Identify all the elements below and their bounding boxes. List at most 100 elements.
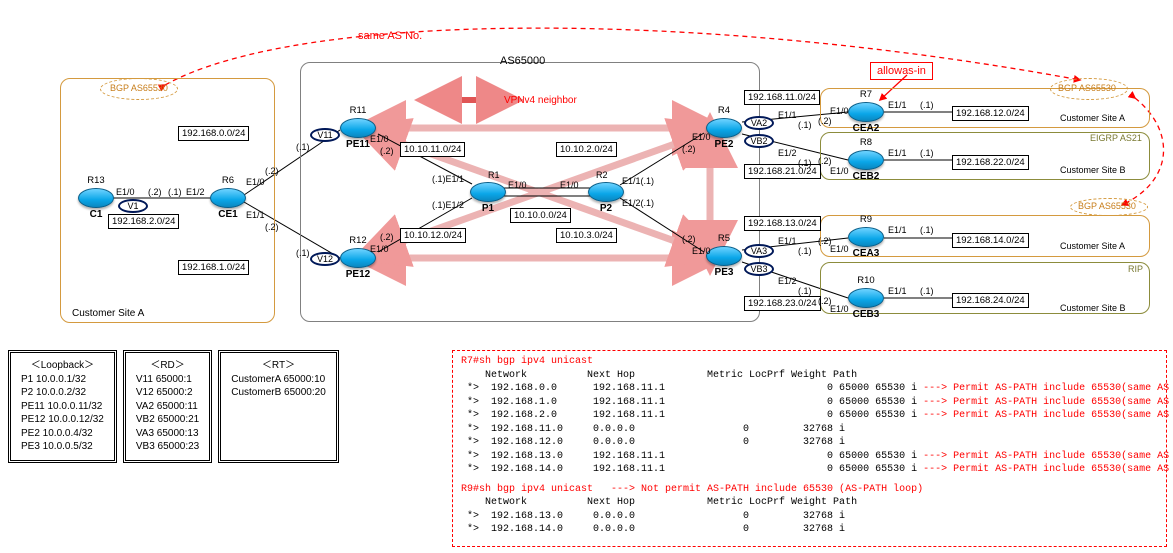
if-c1-e10: E1/0 (116, 187, 135, 197)
bgp-header-1: Network Next Hop Metric LocPrf Weight Pa… (461, 369, 1158, 383)
router-pe2: R4PE2 (706, 118, 742, 138)
if-ceb3-e11: E1/1 (888, 286, 907, 296)
if-r1: R1 (488, 170, 500, 180)
if-cea2-p1r: (.1) (920, 100, 934, 110)
subnet-192-168-24: 192.168.24.0/24 (952, 293, 1029, 308)
if-pe3-e10: E1/0 (692, 246, 711, 256)
bgp-output-panel: R7#sh bgp ipv4 unicast Network Next Hop … (452, 350, 1167, 547)
if-p1-e10b: E1/0 (560, 180, 579, 190)
if-ceb3-e10: E1/0 (830, 304, 849, 314)
if-p1-e12: (.1)E1/2 (432, 200, 464, 210)
router-ceb2: R8CEB2 (848, 150, 884, 170)
if-ceb2-p1r: (.1) (920, 148, 934, 158)
vrf-vb2: VB2 (744, 134, 774, 148)
r7-cmd: R7#sh bgp ipv4 unicast (461, 355, 1158, 369)
subnet-192-168-0: 192.168.0.0/24 (178, 126, 249, 141)
as65000-title: AS65000 (500, 55, 545, 67)
router-ce1: R6CE1 (210, 188, 246, 208)
info-tables: ＜Loopback＞ P1 10.0.0.1/32 P2 10.0.0.2/32… (8, 350, 339, 463)
vrf-vb3: VB3 (744, 262, 774, 276)
if-cea3-p1r: (.1) (920, 225, 934, 235)
if-pe2-e11: E1/1 (778, 110, 797, 120)
if-ceb2-p2: (.2) (818, 156, 832, 166)
if-pe3-p1a: (.1) (798, 246, 812, 256)
bgp-r9-label: BGP AS65530 (1078, 201, 1136, 211)
if-pe2-p2: (.2) (682, 144, 696, 154)
rip-label: RIP (1128, 264, 1143, 274)
subnet-10-10-3: 10.10.3.0/24 (556, 228, 617, 243)
subnet-10-10-2: 10.10.2.0/24 (556, 142, 617, 157)
router-p2: P2 (588, 182, 624, 202)
if-p2-e12: E1/2(.1) (622, 198, 654, 208)
if-cea3-e10: E1/0 (830, 244, 849, 254)
vpnv4-label: VPNv4 neighbor (504, 95, 577, 106)
if-ce1-e11: E1/1 (246, 210, 265, 220)
subnet-10-10-12: 10.10.12.0/24 (400, 228, 466, 243)
if-pe2-p1a: (.1) (798, 120, 812, 130)
router-p1: P1 (470, 182, 506, 202)
if-p2-e11: E1/1(.1) (622, 176, 654, 186)
bgp-left-label: BGP AS65530 (110, 83, 168, 93)
if-ceb2-e10: E1/0 (830, 166, 849, 176)
site-b-r10-label: Customer Site B (1060, 303, 1126, 313)
bgp-r7-label: BGP AS65530 (1058, 83, 1116, 93)
if-pe11-p2: (.2) (380, 146, 394, 156)
r9-cmd: R9#sh bgp ipv4 unicast ---> Not permit A… (461, 483, 1158, 497)
if-pe3-e11: E1/1 (778, 236, 797, 246)
if-ce1-e10: E1/0 (246, 177, 265, 187)
same-as-label: same AS No. (358, 30, 422, 42)
vrf-v1: V1 (118, 199, 148, 213)
eigrp-label: EIGRP AS21 (1090, 133, 1142, 143)
vrf-va2: VA2 (744, 116, 774, 130)
if-p2-c1: (.2) (148, 187, 162, 197)
router-pe3: R5PE3 (706, 246, 742, 266)
if-p1-ce1: (.1) (168, 187, 182, 197)
bgp-header-2: Network Next Hop Metric LocPrf Weight Pa… (461, 496, 1158, 510)
rd-table: ＜RD＞ V11 65000:1 V12 65000:2 VA2 65000:1… (123, 350, 212, 463)
if-p1-v12: (.1) (296, 248, 310, 258)
if-pe12-p2: (.2) (380, 232, 394, 242)
subnet-10-10-11: 10.10.11.0/24 (400, 142, 465, 157)
if-p2-top: (.2) (265, 166, 279, 176)
subnet-192-168-12: 192.168.12.0/24 (952, 106, 1029, 121)
router-ceb3: R10CEB3 (848, 288, 884, 308)
subnet-192-168-23: 192.168.23.0/24 (744, 296, 821, 311)
subnet-192-168-13: 192.168.13.0/24 (744, 216, 821, 231)
if-pe3-e12: E1/2 (778, 276, 797, 286)
router-cea3: R9CEA3 (848, 227, 884, 247)
if-p1-e10a: E1/0 (508, 180, 527, 190)
loopback-table: ＜Loopback＞ P1 10.0.0.1/32 P2 10.0.0.2/32… (8, 350, 117, 463)
if-pe12-e10: E1/0 (370, 244, 389, 254)
site-a-left-label: Customer Site A (72, 308, 144, 319)
if-cea2-e11: E1/1 (888, 100, 907, 110)
if-ce1-e12: E1/2 (186, 187, 205, 197)
subnet-192-168-22: 192.168.22.0/24 (952, 155, 1029, 170)
subnet-192-168-11: 192.168.11.0/24 (744, 90, 820, 105)
if-pe3-p2: (.2) (682, 234, 696, 244)
subnet-192-168-14: 192.168.14.0/24 (952, 233, 1029, 248)
router-cea2: R7CEA2 (848, 102, 884, 122)
if-p1-v11: (.1) (296, 142, 310, 152)
allowas-in-label: allowas-in (870, 62, 933, 80)
if-pe2-e12: E1/2 (778, 148, 797, 158)
if-cea2-p2: (.2) (818, 116, 832, 126)
site-a-r9-label: Customer Site A (1060, 241, 1125, 251)
if-pe2-e10: E1/0 (692, 132, 711, 142)
site-a-r7-label: Customer Site A (1060, 113, 1125, 123)
vrf-va3: VA3 (744, 244, 774, 258)
if-cea2-e10: E1/0 (830, 106, 849, 116)
if-pe3-p1b: (.1) (798, 286, 812, 296)
subnet-192-168-2: 192.168.2.0/24 (108, 214, 179, 229)
if-r2: R2 (596, 170, 608, 180)
if-pe11-e10: E1/0 (370, 134, 389, 144)
subnet-192-168-1: 192.168.1.0/24 (178, 260, 249, 275)
router-c1: R13C1 (78, 188, 114, 208)
if-cea3-e11: E1/1 (888, 225, 907, 235)
subnet-10-10-0: 10.10.0.0/24 (510, 208, 571, 223)
vrf-v11: V11 (310, 128, 340, 142)
rt-table: ＜RT＞ CustomerA 65000:10 CustomerB 65000:… (218, 350, 339, 463)
vrf-v12: V12 (310, 252, 340, 266)
if-pe2-p1b: (.1) (798, 158, 812, 168)
if-ceb3-p1r: (.1) (920, 286, 934, 296)
if-p1-e11: (.1)E1/1 (432, 174, 464, 184)
